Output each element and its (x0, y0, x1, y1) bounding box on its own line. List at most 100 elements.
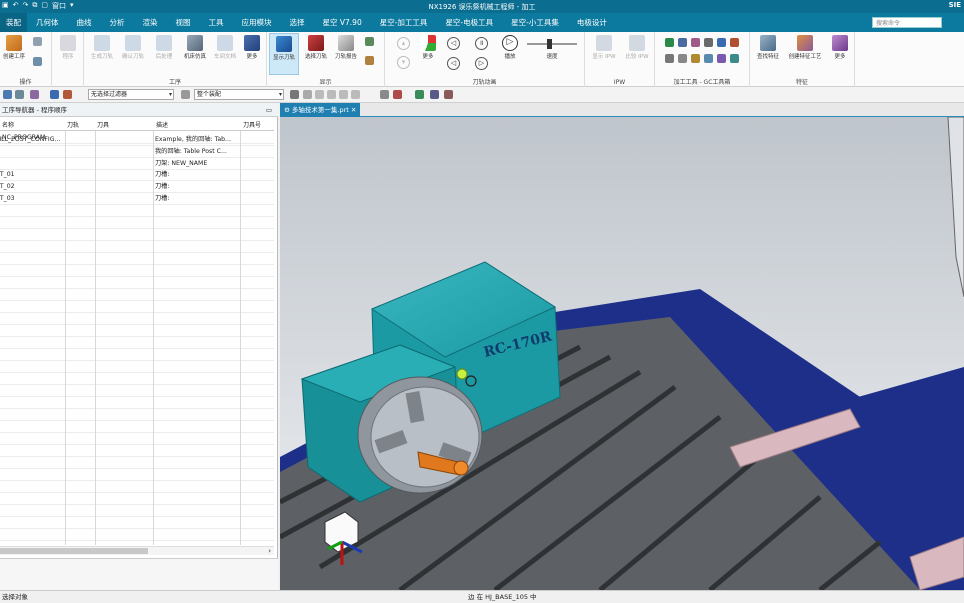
column-description[interactable]: 描述 (156, 120, 168, 131)
play-icon: ▷ (502, 35, 518, 51)
snap-icon[interactable] (290, 90, 299, 99)
tool-icon[interactable] (33, 57, 42, 66)
table-row[interactable]: SET_02 刀槽: (0, 181, 274, 193)
navigator-icon[interactable] (30, 90, 39, 99)
snap-icon[interactable] (327, 90, 336, 99)
menu-item-render[interactable]: 渲染 (134, 13, 167, 32)
table-row[interactable]: MILL_POST_CONFIG... Example, 我的回轴: Tab..… (0, 134, 274, 146)
check-icon[interactable] (665, 38, 674, 47)
toolpath-report-button[interactable]: 刀轨报告 (332, 35, 360, 60)
view-icon[interactable] (430, 90, 439, 99)
menu-item-assembly[interactable]: 装配 (0, 13, 27, 32)
forward-icon[interactable]: ▷ (475, 57, 488, 70)
find-feature-button[interactable]: 查找特征 (753, 35, 783, 60)
table-row[interactable]: 我的回轴: Table Post C... (0, 146, 274, 158)
ribbon-group-label: 加工工具 - GC工具箱 (673, 79, 731, 86)
ribbon-group-display: 显示刀轨 选择刀轨 刀轨报告 显示 (267, 32, 385, 87)
gc-tool-icon[interactable] (717, 54, 726, 63)
machine-simulation-button[interactable]: 机床仿真 (181, 35, 209, 60)
snap-icon[interactable] (315, 90, 324, 99)
snap-icon[interactable] (303, 90, 312, 99)
gc-tool-icon[interactable] (678, 38, 687, 47)
command-search-input[interactable]: 搜索命令 (872, 17, 942, 28)
speed-slider-thumb[interactable] (547, 39, 552, 49)
shop-doc-button[interactable]: 车间文档 (211, 35, 239, 60)
create-operation-button[interactable]: 创建工序 (0, 35, 28, 60)
scrollbar-thumb[interactable] (0, 548, 148, 554)
create-feature-process-button[interactable]: 创建特征工艺 (785, 35, 825, 60)
column-divider (153, 131, 154, 545)
view-icon[interactable] (444, 90, 453, 99)
scope-select[interactable]: 整个装配 (194, 89, 284, 100)
post-process-button[interactable]: 后处理 (150, 35, 178, 60)
generate-toolpath-button[interactable]: 生成刀轨 (88, 35, 116, 60)
table-row[interactable]: 刀架: NEW_NAME (0, 158, 274, 170)
graphics-viewport[interactable]: RC-170R (280, 117, 964, 590)
menu-item-xingkong-tools[interactable]: 星空-小工具集 (502, 13, 568, 32)
column-tool[interactable]: 刀具 (97, 120, 109, 131)
filter-icon[interactable] (181, 90, 190, 99)
speed-slider[interactable] (527, 39, 577, 49)
verify-toolpath-button[interactable]: 确认刀轨 (119, 35, 147, 60)
tab-part-file[interactable]: ⚙ 多轴技术第一集.prt ✕ (280, 103, 361, 117)
column-tool-number[interactable]: 刀具号 (243, 120, 261, 131)
menu-item-xingkong-machining[interactable]: 星空-加工工具 (371, 13, 437, 32)
menu-item-tools[interactable]: 工具 (200, 13, 233, 32)
navigator-icon[interactable] (15, 90, 24, 99)
menu-item-electrode-design[interactable]: 电极设计 (568, 13, 616, 32)
horizontal-scrollbar[interactable]: › (0, 546, 274, 555)
view-icon[interactable] (393, 90, 402, 99)
gc-tool-icon[interactable] (691, 38, 700, 47)
menu-item-analysis[interactable]: 分析 (101, 13, 134, 32)
show-ipw-button[interactable]: 显示 IPW (590, 35, 618, 60)
menu-item-geometry[interactable]: 几何体 (27, 13, 68, 32)
column-name[interactable]: 名称 (2, 120, 14, 131)
program-icon[interactable] (33, 37, 42, 46)
step-up-icon[interactable]: ▴ (397, 37, 410, 50)
table-row[interactable]: SET_01 刀槽: (0, 169, 274, 181)
type-filter-select[interactable]: 无选择过滤器 (88, 89, 174, 100)
filter-icon[interactable] (63, 90, 72, 99)
display-more-button[interactable]: 更多 (413, 35, 443, 60)
status-bar: 选择对象 边 在 HJ_BASE_105 中 (0, 590, 964, 602)
menu-item-applications[interactable]: 应用模块 (233, 13, 281, 32)
column-path[interactable]: 刀轨 (67, 120, 79, 131)
pause-icon[interactable]: ॥ (475, 37, 488, 50)
view-icon[interactable] (415, 90, 424, 99)
menu-item-curve[interactable]: 曲线 (68, 13, 101, 32)
play-button[interactable]: ▷ 播放 (497, 35, 523, 60)
gc-tool-icon[interactable] (665, 54, 674, 63)
gc-tool-icon[interactable] (704, 38, 713, 47)
navigator-icon[interactable] (3, 90, 12, 99)
gc-tool-icon[interactable] (678, 54, 687, 63)
menu-item-select[interactable]: 选择 (281, 13, 314, 32)
menu-item-xingkong-electrode[interactable]: 星空-电极工具 (436, 13, 502, 32)
step-back-icon[interactable]: ◁ (447, 37, 460, 50)
compare-ipw-button[interactable]: 比较 IPW (623, 35, 651, 60)
selection-point[interactable] (456, 368, 468, 380)
tool-display-icon[interactable] (365, 56, 374, 65)
menu-item-xingkong[interactable]: 星空 V7.90 (314, 13, 371, 32)
gc-tool-icon[interactable] (717, 38, 726, 47)
feature-more-button[interactable]: 更多 (829, 35, 851, 60)
view-icon[interactable] (380, 90, 389, 99)
gc-tool-icon[interactable] (704, 54, 713, 63)
display-mode-icon[interactable] (365, 37, 374, 46)
filter-icon[interactable] (50, 90, 59, 99)
chevron-right-icon[interactable]: › (268, 547, 271, 555)
gc-tool-icon[interactable] (691, 54, 700, 63)
gc-tool-icon[interactable] (730, 38, 739, 47)
rewind-icon[interactable]: ◁ (447, 57, 460, 70)
step-down-icon[interactable]: ▾ (397, 56, 410, 69)
snap-icon[interactable] (339, 90, 348, 99)
snap-icon[interactable] (351, 90, 360, 99)
operation-more-button[interactable]: 更多 (240, 35, 264, 60)
program-button[interactable]: 程序 (54, 35, 82, 60)
show-toolpath-button[interactable]: 显示刀轨 (269, 33, 299, 75)
select-toolpath-button[interactable]: 选择刀轨 (301, 35, 331, 60)
menu-item-view[interactable]: 视图 (167, 13, 200, 32)
maximize-icon[interactable]: ▭ (266, 103, 272, 117)
gc-tool-icon[interactable] (730, 54, 739, 63)
table-row[interactable]: SET_03 刀槽: (0, 193, 274, 205)
close-icon[interactable]: ✕ (351, 106, 356, 114)
